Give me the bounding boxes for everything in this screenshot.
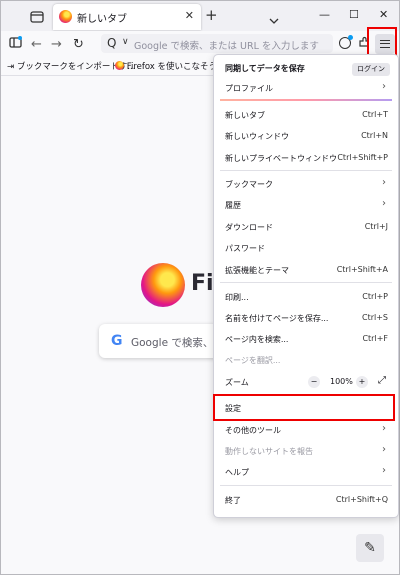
quit-shortcut: Ctrl+Shift+Q — [335, 495, 388, 504]
downloads-label: ダウンロード — [225, 223, 273, 232]
menu-zoom: ズーム − 100% + ⤢ — [214, 373, 398, 391]
firefox-icon — [59, 10, 72, 23]
zoom-controls: − 100% + ⤢ — [308, 375, 390, 390]
chevron-right-icon: › — [382, 465, 386, 476]
more-tools-label: その他のツール — [225, 426, 281, 435]
url-bar[interactable]: Q ∨ Google で検索、または URL を入力します — [101, 34, 333, 53]
getting-started-label: Firefox を使いこなそう — [126, 62, 218, 72]
minimize-button[interactable]: — — [319, 8, 330, 21]
menu-sync: 同期してデータを保存 ログイン — [214, 59, 398, 77]
chevron-right-icon: › — [382, 81, 386, 92]
menu-button-highlight — [367, 27, 397, 57]
zoom-in-button[interactable]: + — [356, 376, 368, 388]
login-button[interactable]: ログイン — [352, 63, 390, 76]
report-site-label: 動作しないサイトを報告 — [225, 447, 313, 456]
sync-label: 同期してデータを保存 — [225, 64, 305, 73]
firefox-logo — [141, 263, 185, 307]
close-window-button[interactable]: ✕ — [379, 8, 388, 21]
menu-report-site: 動作しないサイトを報告 › — [214, 442, 398, 460]
menu-passwords[interactable]: パスワード — [214, 239, 398, 257]
addons-label: 拡張機能とテーマ — [225, 266, 289, 275]
menu-downloads[interactable]: ダウンロード Ctrl+J — [214, 218, 398, 236]
menu-more-tools[interactable]: その他のツール › — [214, 421, 398, 439]
new-tab-label: 新しいタブ — [225, 111, 265, 120]
app-menu: 同期してデータを保存 ログイン プロファイル › 新しいタブ Ctrl+T 新し… — [213, 54, 399, 518]
print-label: 印刷... — [225, 293, 249, 302]
google-icon: G — [111, 333, 123, 349]
settings-highlight — [213, 394, 395, 421]
translate-label: ページを翻訳... — [225, 356, 281, 365]
chevron-right-icon: › — [382, 423, 386, 434]
menu-bookmarks[interactable]: ブックマーク › — [214, 175, 398, 193]
getting-started-bookmark[interactable]: Firefox を使いこなそう — [115, 60, 217, 72]
menu-new-tab[interactable]: 新しいタブ Ctrl+T — [214, 106, 398, 124]
menu-addons[interactable]: 拡張機能とテーマ Ctrl+Shift+A — [214, 261, 398, 279]
menu-new-window[interactable]: 新しいウィンドウ Ctrl+N — [214, 127, 398, 145]
close-tab-icon[interactable]: ✕ — [185, 9, 194, 22]
help-label: ヘルプ — [225, 468, 249, 477]
new-window-shortcut: Ctrl+N — [361, 131, 388, 140]
quit-label: 終了 — [225, 496, 241, 505]
reload-icon[interactable]: ↻ — [73, 37, 84, 52]
menu-save-page[interactable]: 名前を付けてページを保存... Ctrl+S — [214, 309, 398, 327]
tab-new-tab[interactable]: 新しいタブ ✕ — [53, 4, 201, 30]
import-icon: ⇥ — [7, 62, 15, 72]
bookmarks-label: ブックマーク — [225, 180, 273, 189]
menu-history[interactable]: 履歴 › — [214, 196, 398, 214]
list-all-tabs-icon[interactable] — [269, 10, 279, 29]
profile-label: プロファイル — [225, 84, 273, 93]
save-as-label: 名前を付けてページを保存... — [225, 314, 329, 323]
newtab-search-placeholder: Google で検索、ま — [131, 337, 224, 349]
new-private-shortcut: Ctrl+Shift+P — [337, 153, 388, 162]
menu-separator — [220, 170, 392, 171]
fullscreen-icon[interactable]: ⤢ — [378, 375, 386, 386]
zoom-level[interactable]: 100% — [330, 377, 353, 386]
new-tab-shortcut: Ctrl+T — [362, 110, 388, 119]
menu-new-private-window[interactable]: 新しいプライベートウィンドウ Ctrl+Shift+P — [214, 149, 398, 167]
forward-icon[interactable]: → — [51, 37, 62, 52]
zoom-label: ズーム — [225, 378, 249, 387]
sidebar-icon[interactable] — [9, 36, 22, 53]
customize-pencil-button[interactable]: ✎ — [356, 534, 384, 562]
maximize-button[interactable]: ☐ — [349, 8, 359, 21]
find-label: ページ内を検索... — [225, 335, 289, 344]
menu-print[interactable]: 印刷... Ctrl+P — [214, 288, 398, 306]
new-window-label: 新しいウィンドウ — [225, 132, 289, 141]
menu-find-in-page[interactable]: ページ内を検索... Ctrl+F — [214, 330, 398, 348]
back-icon[interactable]: ← — [31, 37, 42, 52]
passwords-label: パスワード — [225, 244, 265, 253]
firefox-icon — [115, 61, 124, 70]
save-as-shortcut: Ctrl+S — [361, 313, 388, 322]
tab-title: 新しいタブ — [77, 14, 127, 25]
chevron-right-icon: › — [382, 177, 386, 188]
menu-profile[interactable]: プロファイル › — [214, 79, 398, 97]
url-placeholder: Google で検索、または URL を入力します — [134, 41, 319, 52]
find-shortcut: Ctrl+F — [362, 334, 388, 343]
chevron-right-icon: › — [382, 444, 386, 455]
new-tab-button[interactable]: + — [205, 6, 218, 24]
profile-divider — [220, 99, 392, 101]
search-engine-caret-icon[interactable]: ∨ — [122, 37, 129, 47]
chevron-right-icon: › — [382, 198, 386, 209]
zoom-out-button[interactable]: − — [308, 376, 320, 388]
downloads-shortcut: Ctrl+J — [364, 222, 388, 231]
addons-shortcut: Ctrl+Shift+A — [336, 265, 388, 274]
history-label: 履歴 — [225, 201, 241, 210]
print-shortcut: Ctrl+P — [362, 292, 388, 301]
menu-translate: ページを翻訳... — [214, 351, 398, 369]
search-icon: Q — [107, 36, 117, 50]
tab-bar: 新しいタブ ✕ + — ☐ ✕ — [1, 1, 399, 31]
menu-help[interactable]: ヘルプ › — [214, 463, 398, 481]
menu-separator — [220, 485, 392, 486]
account-badge — [348, 35, 353, 40]
firefox-view-button[interactable] — [29, 9, 45, 23]
menu-separator — [220, 282, 392, 283]
menu-quit[interactable]: 終了 Ctrl+Shift+Q — [214, 491, 398, 509]
new-private-label: 新しいプライベートウィンドウ — [225, 154, 337, 163]
